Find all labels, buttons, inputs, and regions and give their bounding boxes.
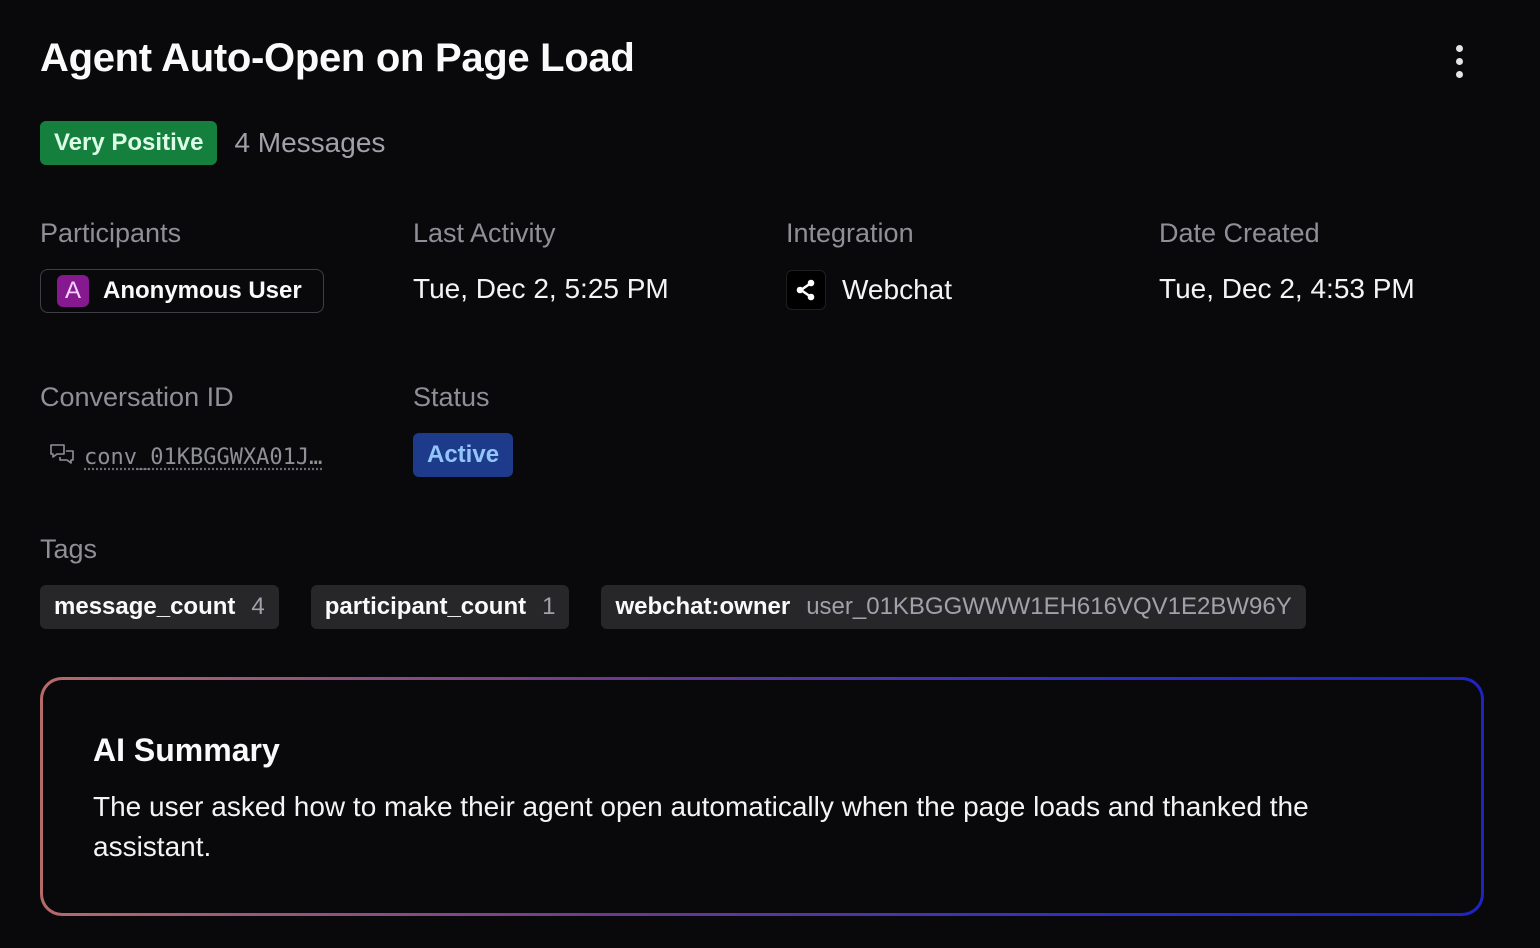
- message-count: 4 Messages: [234, 127, 386, 158]
- date-created-label: Date Created: [1159, 218, 1320, 248]
- ai-summary-title: AI Summary: [93, 732, 280, 768]
- sentiment-badge: Very Positive: [40, 121, 218, 165]
- tag-value: user_01KBGGWWW1EH616VQV1E2BW96Y: [806, 593, 1292, 620]
- tag-participant-count[interactable]: participant_count 1: [310, 585, 570, 629]
- last-activity-value: Tue, Dec 2, 5:25 PM: [413, 273, 669, 304]
- conversation-id-label: Conversation ID: [40, 382, 234, 412]
- conversation-id-value: conv_01KBGGWXA01J…: [84, 445, 323, 470]
- share-nodes-icon: [786, 270, 826, 310]
- conversation-detail-panel: Agent Auto-Open on Page Load Very Positi…: [0, 0, 1540, 948]
- chat-bubbles-icon: [48, 441, 76, 474]
- page-title: Agent Auto-Open on Page Load: [40, 36, 635, 80]
- avatar: A: [57, 275, 89, 307]
- tag-list: message_count 4 participant_count 1 webc…: [40, 585, 1306, 629]
- tag-value: 4: [251, 593, 265, 620]
- status-label: Status: [413, 382, 490, 412]
- date-created-value: Tue, Dec 2, 4:53 PM: [1159, 273, 1415, 304]
- more-vertical-icon[interactable]: [1440, 38, 1478, 84]
- ai-summary-card: AI Summary The user asked how to make th…: [40, 677, 1484, 916]
- integration-label: Integration: [786, 218, 914, 248]
- integration: Webchat: [786, 270, 952, 310]
- ai-summary-text: The user asked how to make their agent o…: [93, 791, 1309, 862]
- participant-name: Anonymous User: [103, 277, 302, 304]
- integration-name: Webchat: [842, 274, 952, 305]
- participant-chip[interactable]: A Anonymous User: [40, 269, 324, 313]
- status-badge: Active: [413, 433, 514, 477]
- tag-key: webchat:owner: [615, 593, 791, 620]
- tag-key: message_count: [54, 593, 236, 620]
- conversation-id[interactable]: conv_01KBGGWXA01J…: [48, 441, 322, 474]
- tag-webchat-owner[interactable]: webchat:owner user_01KBGGWWW1EH616VQV1E2…: [601, 585, 1306, 629]
- participants-label: Participants: [40, 218, 182, 248]
- tag-value: 1: [542, 593, 556, 620]
- tag-key: participant_count: [324, 593, 527, 620]
- last-activity-label: Last Activity: [413, 218, 556, 248]
- meta-row: Very Positive 4 Messages: [40, 121, 385, 165]
- tag-message-count[interactable]: message_count 4: [40, 585, 279, 629]
- tags-label: Tags: [40, 534, 98, 564]
